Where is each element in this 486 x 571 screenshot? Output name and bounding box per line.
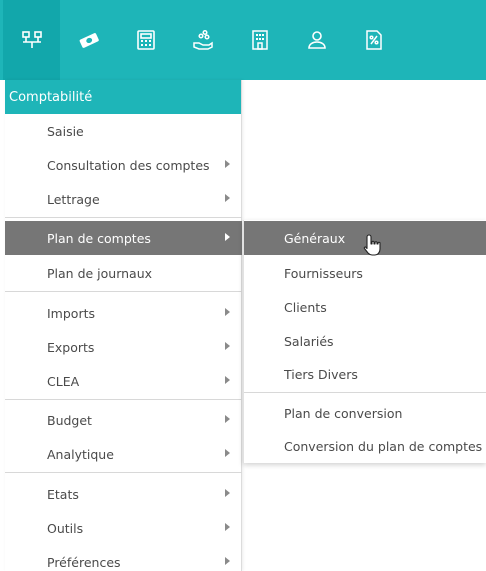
menu-item-label: Budget <box>47 412 92 428</box>
menu-divider <box>5 217 242 218</box>
menu-title: Comptabilité <box>5 80 241 114</box>
submenu-arrow-icon <box>225 376 230 384</box>
menu-item-budget[interactable]: Budget <box>5 403 242 437</box>
toolbar-button-accounting[interactable] <box>3 0 60 80</box>
toolbar-button-company[interactable] <box>231 0 288 80</box>
submenu-arrow-icon <box>225 449 230 457</box>
menu-item-label: Saisie <box>47 123 84 139</box>
menu-item-label: Etats <box>47 486 79 502</box>
calculator-icon <box>136 30 155 50</box>
submenu-item-label: Salariés <box>284 333 334 349</box>
submenu-item-label: Clients <box>284 299 327 315</box>
menu-item-outils[interactable]: Outils <box>5 511 242 545</box>
toolbar-button-payroll[interactable] <box>174 0 231 80</box>
menu-item-saisie[interactable]: Saisie <box>5 114 242 148</box>
menu-item-label: Exports <box>47 339 95 355</box>
menu-item-plan-de-journaux[interactable]: Plan de journaux <box>5 256 242 290</box>
submenu-arrow-icon <box>225 308 230 316</box>
submenu-arrow-icon <box>225 342 230 350</box>
menu-divider <box>5 472 242 473</box>
menu-item-label: Consultation des comptes <box>47 157 210 173</box>
menu-item-preferences[interactable]: Préférences <box>5 545 242 571</box>
submenu-item-tiers-divers[interactable]: Tiers Divers <box>244 357 486 391</box>
submenu-item-conversion-du-plan[interactable]: Conversion du plan de comptes <box>244 429 486 463</box>
submenu-arrow-icon <box>225 415 230 423</box>
hand-cursor-icon <box>363 234 381 256</box>
submenu-item-label: Fournisseurs <box>284 265 363 281</box>
percent-document-icon <box>365 30 382 50</box>
user-icon <box>307 31 326 49</box>
submenu-item-label: Plan de conversion <box>284 405 403 421</box>
submenu-arrow-icon <box>225 489 230 497</box>
toolbar-button-calculator[interactable] <box>117 0 174 80</box>
submenu-arrow-icon <box>225 160 230 168</box>
submenu-arrow-icon <box>225 557 230 565</box>
toolbar-button-finance[interactable] <box>60 0 117 80</box>
menu-item-label: CLEA <box>47 373 80 389</box>
menu-item-label: Outils <box>47 520 84 536</box>
menu-item-etats[interactable]: Etats <box>5 477 242 511</box>
toolbar-button-tax[interactable] <box>345 0 402 80</box>
submenu-item-fournisseurs[interactable]: Fournisseurs <box>244 256 486 290</box>
menu-item-clea[interactable]: CLEA <box>5 364 242 398</box>
menu-item-plan-de-comptes[interactable]: Plan de comptes <box>5 221 242 255</box>
menu-item-label: Plan de comptes <box>47 230 151 246</box>
hand-coins-icon <box>192 29 213 50</box>
building-icon <box>251 30 268 50</box>
submenu-arrow-icon <box>225 523 230 531</box>
menu-divider <box>5 399 242 400</box>
menu-divider <box>5 291 242 292</box>
menu-item-consultation[interactable]: Consultation des comptes <box>5 148 242 182</box>
submenu-item-salaries[interactable]: Salariés <box>244 324 486 358</box>
submenu-arrow-icon <box>225 194 230 202</box>
menu-item-label: Analytique <box>47 446 114 462</box>
toolbar-button-users[interactable] <box>288 0 345 80</box>
submenu-item-plan-de-conversion[interactable]: Plan de conversion <box>244 396 486 430</box>
submenu-item-label: Généraux <box>284 230 346 246</box>
menu-item-label: Plan de journaux <box>47 265 153 281</box>
menu-item-exports[interactable]: Exports <box>5 330 242 364</box>
top-toolbar <box>0 0 486 80</box>
menu-item-label: Préférences <box>47 554 121 570</box>
menu-item-lettrage[interactable]: Lettrage <box>5 182 242 216</box>
submenu-divider <box>244 392 486 393</box>
money-icon <box>79 33 99 48</box>
submenu-item-label: Tiers Divers <box>284 366 358 382</box>
submenu-arrow-icon <box>225 233 230 241</box>
network-icon <box>21 31 42 48</box>
menu-item-imports[interactable]: Imports <box>5 296 242 330</box>
submenu-item-label: Conversion du plan de comptes <box>284 438 483 454</box>
menu-item-label: Imports <box>47 305 95 321</box>
menu-item-label: Lettrage <box>47 191 100 207</box>
accounting-menu: Comptabilité Saisie Consultation des com… <box>5 80 242 571</box>
submenu-item-clients[interactable]: Clients <box>244 290 486 324</box>
menu-item-analytique[interactable]: Analytique <box>5 437 242 471</box>
